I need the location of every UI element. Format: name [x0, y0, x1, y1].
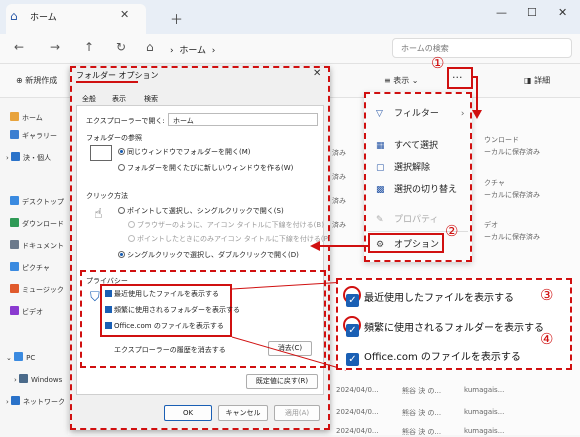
checkmark-icon: ✓ [346, 324, 359, 337]
annotation-1: ① [431, 54, 445, 72]
annotation-3: ③ [540, 286, 554, 304]
annotation-4: ④ [540, 330, 554, 348]
checkmark-icon: ✓ [346, 294, 359, 307]
zoom-recent-files: ✓ 最近使用したファイルを表示する [346, 289, 514, 307]
checkmark-icon: ✓ [346, 353, 359, 366]
zoom-office-files: ✓ Office.com のファイルを表示する [346, 348, 521, 366]
zoom-frequent-folders: ✓ 頻繁に使用されるフォルダーを表示する [346, 319, 544, 337]
annotation-2: ② [445, 222, 459, 240]
